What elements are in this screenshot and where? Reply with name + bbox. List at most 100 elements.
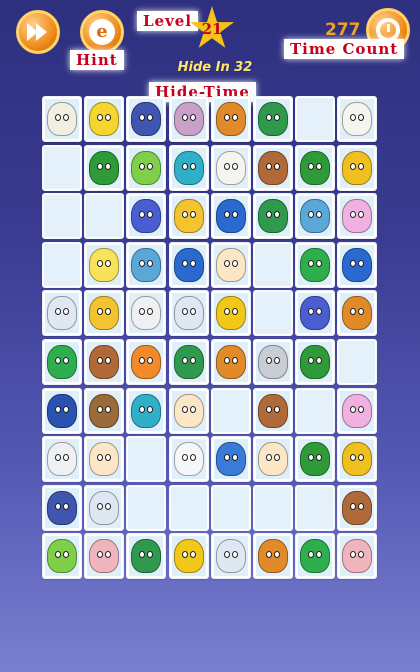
frog-icon xyxy=(131,393,162,428)
tile-pig[interactable] xyxy=(337,193,378,240)
tile-baby[interactable] xyxy=(210,241,251,288)
tile-sheep[interactable] xyxy=(126,96,167,142)
tile-caterpillar[interactable] xyxy=(126,144,167,191)
tile-mummy[interactable] xyxy=(168,436,209,483)
tile-parrot[interactable] xyxy=(295,339,336,385)
tile-parrot[interactable] xyxy=(295,144,336,191)
hen-icon xyxy=(131,296,162,331)
tile-lion[interactable] xyxy=(253,533,293,580)
rhino-icon xyxy=(258,345,288,379)
tile-hen[interactable] xyxy=(42,436,82,483)
tile-bear[interactable] xyxy=(253,144,293,191)
tile-owl[interactable] xyxy=(42,96,82,142)
empty-tile xyxy=(295,96,336,142)
dino-icon xyxy=(342,247,373,282)
tile-bear[interactable] xyxy=(253,387,293,434)
tile-dino[interactable] xyxy=(210,193,251,240)
tile-bee[interactable] xyxy=(337,436,378,483)
tile-croc[interactable] xyxy=(295,533,336,580)
tile-croc[interactable] xyxy=(42,339,82,385)
time-value: 277 xyxy=(325,20,361,40)
tile-monkey[interactable] xyxy=(168,96,209,142)
tile-sheep[interactable] xyxy=(42,484,82,531)
croc-icon xyxy=(300,247,331,282)
tile-lion[interactable] xyxy=(337,290,378,337)
tile-turtle[interactable] xyxy=(126,533,167,580)
tile-butterfly[interactable] xyxy=(42,290,82,337)
tile-hippo[interactable] xyxy=(337,533,378,580)
tile-frog[interactable] xyxy=(126,387,167,434)
fox-icon xyxy=(173,199,204,234)
tile-hen[interactable] xyxy=(126,290,167,337)
empty-tile xyxy=(84,193,125,240)
croc-icon xyxy=(300,539,331,574)
hide-countdown: Hide In 32 xyxy=(177,60,253,75)
tile-chick[interactable] xyxy=(84,241,125,288)
tile-turtle[interactable] xyxy=(253,96,293,142)
tile-dino[interactable] xyxy=(168,241,209,288)
tile-lamb[interactable] xyxy=(210,144,251,191)
tile-baby[interactable] xyxy=(84,436,125,483)
tile-bird[interactable] xyxy=(42,387,82,434)
tile-parrot[interactable] xyxy=(295,436,336,483)
tile-bee[interactable] xyxy=(337,144,378,191)
trophy-icon xyxy=(215,296,246,331)
tile-butterfly[interactable] xyxy=(84,484,125,531)
hippo-icon xyxy=(342,539,373,574)
tile-pig[interactable] xyxy=(337,387,378,434)
tile-dragon[interactable] xyxy=(126,339,167,385)
tile-frog[interactable] xyxy=(168,144,209,191)
tile-cat[interactable] xyxy=(84,96,125,142)
tile-baby[interactable] xyxy=(168,387,209,434)
tile-butterfly[interactable] xyxy=(210,533,251,580)
empty-tile xyxy=(126,484,167,531)
tile-crab[interactable] xyxy=(210,436,251,483)
play-button[interactable] xyxy=(16,10,60,54)
tile-caterpillar[interactable] xyxy=(42,533,82,580)
tile-trophy[interactable] xyxy=(210,290,251,337)
dino-icon xyxy=(215,199,246,234)
empty-tile xyxy=(210,387,251,434)
parrot-icon xyxy=(300,442,331,477)
tile-hippo[interactable] xyxy=(84,533,125,580)
bird-icon xyxy=(47,393,77,428)
bear-icon xyxy=(89,345,120,379)
empty-tile xyxy=(295,484,336,531)
butterfly-icon xyxy=(173,296,204,331)
caterpillar-icon xyxy=(131,150,162,185)
tile-fox[interactable] xyxy=(84,290,125,337)
frog-icon xyxy=(173,150,204,185)
hint-button[interactable]: e xyxy=(80,10,124,54)
tile-cow[interactable] xyxy=(84,387,125,434)
butterfly-icon xyxy=(47,296,77,331)
tile-fox[interactable] xyxy=(168,193,209,240)
pig-icon xyxy=(342,393,373,428)
tile-butterfly[interactable] xyxy=(168,290,209,337)
tile-mouse[interactable] xyxy=(126,193,167,240)
mummy-icon xyxy=(173,442,204,477)
tile-lion[interactable] xyxy=(210,96,251,142)
tile-parrot[interactable] xyxy=(84,144,125,191)
tile-trophy[interactable] xyxy=(168,533,209,580)
tile-turtle[interactable] xyxy=(168,339,209,385)
tile-baby[interactable] xyxy=(253,436,293,483)
lion-icon xyxy=(215,102,246,136)
tile-croc[interactable] xyxy=(295,241,336,288)
tile-lamb[interactable] xyxy=(337,96,378,142)
fox-icon xyxy=(89,296,120,331)
tile-dino[interactable] xyxy=(337,241,378,288)
tile-bear[interactable] xyxy=(337,484,378,531)
tile-seahorse[interactable] xyxy=(126,241,167,288)
tile-seahorse[interactable] xyxy=(295,193,336,240)
tile-mouse[interactable] xyxy=(295,290,336,337)
butterfly-icon xyxy=(215,539,246,574)
tile-lion[interactable] xyxy=(210,339,251,385)
bee-icon xyxy=(342,150,373,185)
parrot-icon xyxy=(300,150,331,185)
empty-tile xyxy=(253,290,293,337)
tile-turtle[interactable] xyxy=(253,193,293,240)
trophy-icon xyxy=(173,539,204,574)
tile-bear[interactable] xyxy=(84,339,125,385)
tile-rhino[interactable] xyxy=(253,339,293,385)
lamb-icon xyxy=(215,150,246,185)
